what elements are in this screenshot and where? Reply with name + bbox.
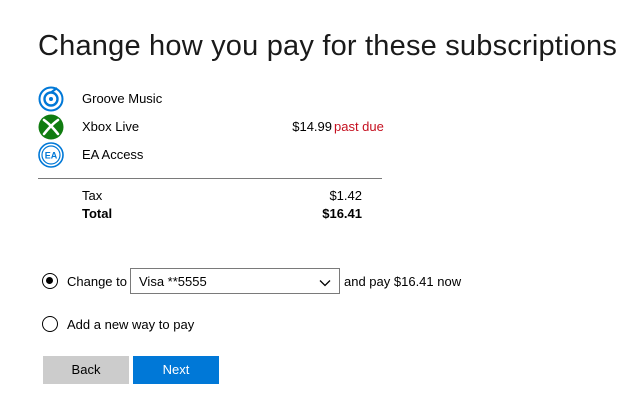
back-button[interactable]: Back (43, 356, 129, 384)
subscription-row-xbox: Xbox Live $14.99 past due (38, 114, 384, 140)
subscription-price: $14.99 (292, 119, 332, 134)
svg-text:EA: EA (45, 151, 58, 161)
subscription-name: Groove Music (82, 91, 163, 106)
page-title: Change how you pay for these subscriptio… (38, 30, 618, 62)
chevron-down-icon (319, 276, 331, 287)
change-to-label[interactable]: Change to (67, 274, 127, 289)
ea-access-icon: EA (38, 142, 64, 168)
subscription-name: Xbox Live (82, 119, 140, 134)
pay-now-text: and pay $16.41 now (344, 274, 462, 289)
next-button[interactable]: Next (133, 356, 219, 384)
total-label: Total (82, 206, 113, 221)
selected-payment-method: Visa **5555 (139, 274, 207, 289)
xbox-icon (38, 114, 64, 140)
change-payment-radio[interactable] (42, 273, 58, 289)
tax-label: Tax (82, 188, 103, 203)
total-row: Total $16.41 (82, 206, 362, 224)
tax-value: $1.42 (329, 188, 362, 203)
past-due-status: past due (334, 119, 384, 134)
add-new-payment-label[interactable]: Add a new way to pay (67, 317, 194, 332)
total-value: $16.41 (322, 206, 362, 221)
tax-row: Tax $1.42 (82, 188, 362, 206)
add-payment-radio[interactable] (42, 316, 58, 332)
subscription-row-groove: Groove Music (38, 86, 384, 112)
groove-music-icon (38, 86, 64, 112)
divider (38, 178, 382, 179)
payment-method-dropdown[interactable]: Visa **5555 (130, 268, 340, 294)
subscription-name: EA Access (82, 147, 144, 162)
subscription-row-ea-access: EA EA Access (38, 142, 384, 168)
